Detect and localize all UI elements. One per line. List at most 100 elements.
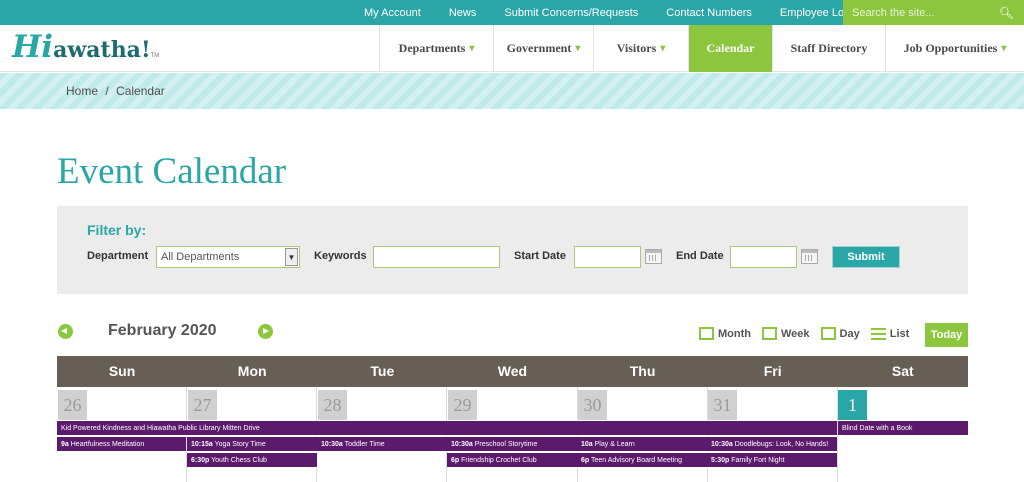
breadcrumb-home[interactable]: Home [66,84,98,98]
calendar-icon [820,327,836,340]
department-select[interactable]: All Departments ▼ [156,246,300,268]
day-number: 27 [188,390,217,420]
keywords-input[interactable] [373,246,500,268]
search-icon[interactable]: 🔍︎ [999,6,1014,20]
logo-hi: Hi [12,29,54,65]
event-item[interactable]: 10:30a Doodlebugs: Look, No Hands! [707,437,837,452]
nav-departments[interactable]: Departments ▾ [379,25,493,72]
chevron-down-icon: ▾ [575,43,581,54]
nav-label: Staff Directory [790,41,868,55]
link-contact-numbers[interactable]: Contact Numbers [666,7,752,19]
event-title: Teen Advisory Board Meeting [591,457,683,464]
day-number: 26 [58,390,87,420]
site-logo[interactable]: Hi awatha! TM [12,29,159,67]
calendar-view-switcher: Month Week Day List [699,327,920,340]
event-blind-date[interactable]: Blind Date with a Book [838,421,968,436]
chevron-down-icon: ▾ [660,43,666,54]
event-item[interactable]: 9a Heartfulness Meditation [57,437,186,452]
logo-trademark: TM [150,53,160,59]
breadcrumb: Home / Calendar [66,84,165,98]
nav-visitors[interactable]: Visitors ▾ [593,25,688,72]
view-label: List [889,327,910,340]
logo-text: awatha! [53,37,151,63]
event-title: Heartfulness Meditation [70,441,145,448]
calendar-month-title: February 2020 [108,322,217,339]
weekday-mon: Mon [237,363,267,379]
submit-button[interactable]: Submit [832,246,900,268]
event-time: 6p [581,457,590,464]
next-month-icon[interactable] [258,324,273,339]
nav-label: Visitors [616,41,657,55]
day-number: 31 [708,390,737,420]
nav-staff-directory[interactable]: Staff Directory [772,25,885,72]
view-day-button[interactable]: Day [820,327,860,340]
nav-job-opportunities[interactable]: Job Opportunities ▾ [885,25,1024,72]
event-title: Yoga Story Time [214,441,266,448]
event-time: 10:30a [321,441,343,448]
event-time: 10a [581,441,593,448]
link-submit-concerns[interactable]: Submit Concerns/Requests [504,7,638,19]
calendar-grid: Sun Mon Tue Wed Thu Fri Sat 26 27 28 29 … [57,356,968,482]
chevron-down-icon[interactable]: ▼ [285,248,298,266]
view-week-button[interactable]: Week [761,327,810,340]
search-placeholder: Search the site... [852,6,935,19]
breadcrumb-separator: / [105,84,109,98]
weekday-header: Sun Mon Tue Wed Thu Fri Sat [57,356,968,387]
event-time: 10:30a [711,441,733,448]
event-item[interactable]: 6:30p Youth Chess Club [187,453,317,468]
nav-government[interactable]: Government ▾ [493,25,593,72]
calendar-icon [761,327,777,340]
event-item[interactable]: 10:30a Toddler Time [317,437,447,452]
event-item[interactable]: 10a Play & Learn [577,437,707,452]
event-title: Family Fort Night [731,457,785,464]
weekday-sun: Sun [108,363,136,379]
event-item[interactable]: 10:15a Yoga Story Time [187,437,317,452]
event-time: 10:15a [191,441,213,448]
calendar-icon[interactable] [645,249,662,264]
link-my-account[interactable]: My Account [364,7,421,19]
department-selected-value: All Departments [161,251,240,263]
view-label: Week [780,327,810,340]
start-date-input[interactable] [574,246,641,268]
view-label: Day [839,327,860,340]
event-mitten-drive[interactable]: Kid Powered Kindness and Hiawatha Public… [57,421,837,436]
link-news[interactable]: News [449,7,477,19]
view-month-button[interactable]: Month [699,327,751,340]
prev-month-icon[interactable] [58,324,73,339]
end-date-input[interactable] [730,246,797,268]
nav-label: Calendar [706,41,755,55]
today-button[interactable]: Today [925,323,968,347]
calendar-icon[interactable] [801,249,818,264]
breadcrumb-band: Home / Calendar [0,73,1024,109]
event-item[interactable]: 6p Teen Advisory Board Meeting [577,453,707,468]
filter-panel: Filter by: Department All Departments ▼ … [57,206,968,294]
event-item[interactable]: 10:30a Preschool Storytime [447,437,577,452]
weekday-thu: Thu [629,363,656,379]
day-number-current: 1 [838,390,867,420]
nav-calendar[interactable]: Calendar [688,25,772,72]
list-icon [870,327,886,340]
view-list-button[interactable]: List [870,327,910,340]
event-title: Doodlebugs: Look, No Hands! [734,441,829,448]
utility-links: My Account News Submit Concerns/Requests… [350,0,873,25]
keywords-label: Keywords [314,250,367,262]
nav-label: Government [506,41,572,55]
event-item[interactable]: 6p Friendship Crochet Club [447,453,577,468]
day-number: 28 [318,390,347,420]
chevron-down-icon: ▾ [469,43,475,54]
event-title: Play & Learn [594,441,635,448]
event-time: 5:30p [711,457,730,464]
weekday-fri: Fri [763,363,782,379]
weekday-tue: Tue [370,363,395,379]
day-number: 29 [448,390,477,420]
event-title: Youth Chess Club [211,457,267,464]
view-label: Month [718,327,751,340]
weekday-wed: Wed [497,363,528,379]
site-search-input[interactable]: Search the site... 🔍︎ [843,0,1024,25]
event-title: Friendship Crochet Club [461,457,537,464]
page-title: Event Calendar [57,151,287,192]
event-time: 6p [451,457,460,464]
event-item[interactable]: 5:30p Family Fort Night [707,453,837,468]
department-label: Department [87,250,149,262]
event-time: 9a [61,441,69,448]
